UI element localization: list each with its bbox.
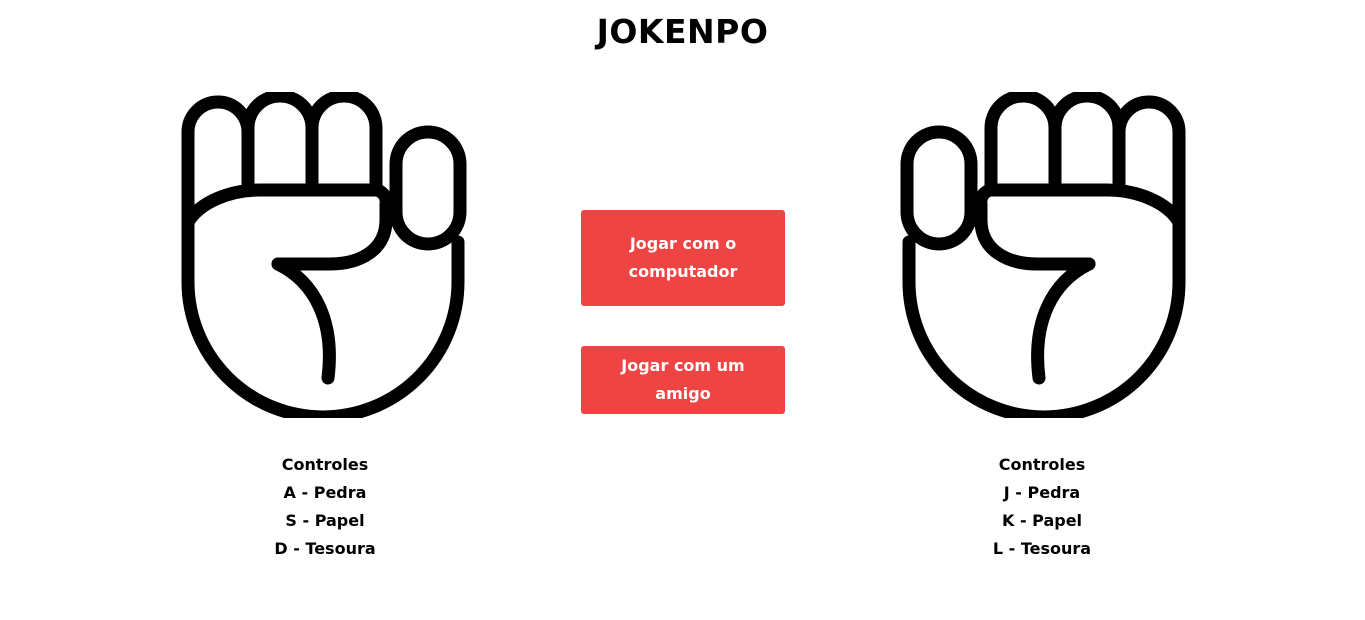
- control-rock: A - Pedra: [283, 483, 367, 502]
- control-scissors: L - Tesoura: [992, 539, 1092, 558]
- control-paper: S - Papel: [285, 511, 365, 530]
- play-friend-button[interactable]: Jogar com um amigo: [581, 346, 785, 414]
- player-right-fist-icon: [897, 92, 1187, 418]
- control-rock: J - Pedra: [1003, 483, 1081, 502]
- controls-title: Controles: [281, 455, 369, 474]
- control-paper: K - Papel: [1001, 511, 1083, 530]
- play-computer-button[interactable]: Jogar com o computador: [581, 210, 785, 306]
- page-title: JOKENPO: [596, 12, 769, 51]
- controls-title: Controles: [998, 455, 1086, 474]
- control-scissors: D - Tesoura: [274, 539, 376, 558]
- player-left-controls: Controles A - Pedra S - Papel D - Tesour…: [195, 451, 455, 563]
- player-left-fist-icon: [180, 92, 470, 418]
- player-right-controls: Controles J - Pedra K - Papel L - Tesour…: [912, 451, 1172, 563]
